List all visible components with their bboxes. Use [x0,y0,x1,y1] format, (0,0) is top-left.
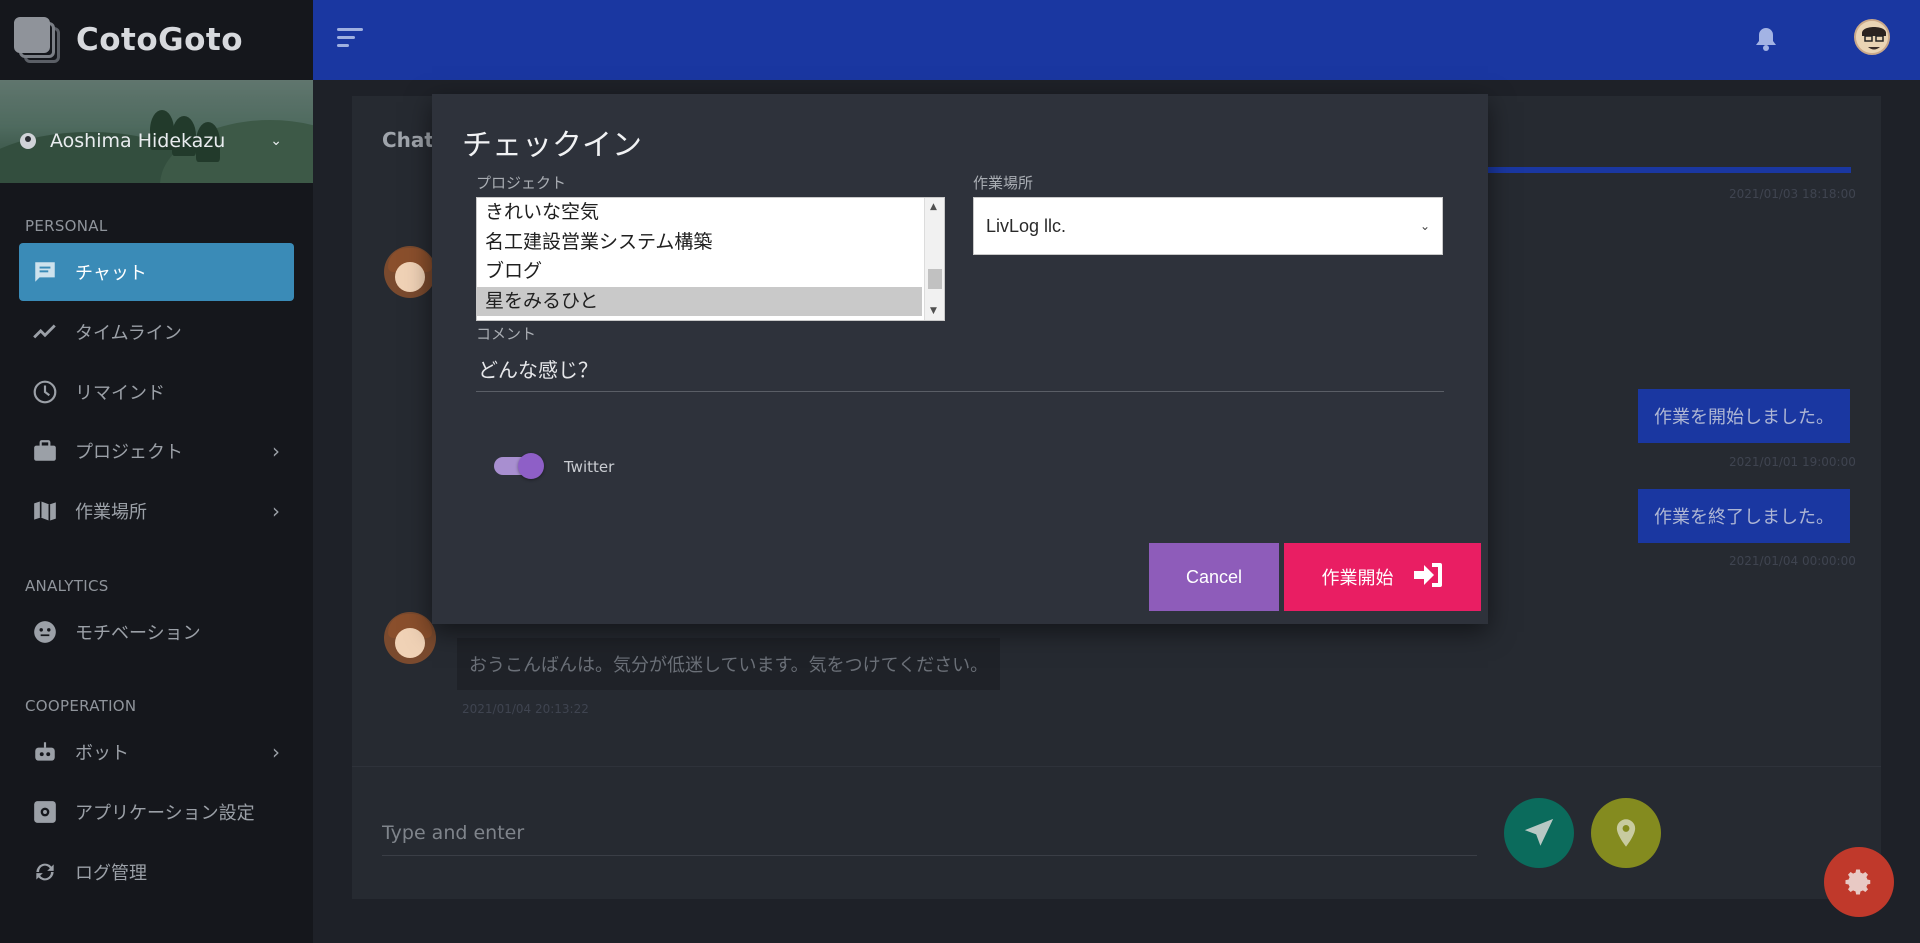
face-icon [31,618,59,646]
user-name: Aoshima Hidekazu [50,130,226,152]
settings-icon [31,798,59,826]
sidebar-item-app-settings[interactable]: アプリケーション設定 [19,783,294,841]
section-cooperation: COOPERATION [25,697,137,715]
sidebar-item-label: タイムライン [75,323,182,344]
sidebar-item-chat[interactable]: チャット [19,243,294,301]
message-bubble: おうこんばんは。気分が低迷しています。気をつけてください。 [457,638,1001,690]
message-bubble: 作業を終了しました。 [1638,489,1850,543]
bot-avatar [384,246,436,298]
sidebar: CotoGoto Aoshima Hidekazu ⌄ PERSONAL チャッ… [0,0,313,943]
chat-title: Chat [382,128,434,152]
start-label: 作業開始 [1321,568,1394,588]
send-button[interactable] [1504,798,1574,868]
notification-bell-icon[interactable] [1755,26,1777,52]
sidebar-item-label: アプリケーション設定 [75,803,255,824]
sidebar-item-workplace[interactable]: 作業場所 › [19,482,294,540]
divider [352,766,1881,767]
project-option[interactable]: きれいな空気 [477,198,922,228]
sidebar-item-label: チャット [75,263,147,284]
sidebar-item-label: ボット [75,743,129,764]
briefcase-icon [31,437,59,465]
twitter-toggle[interactable] [494,453,544,479]
robot-icon [31,738,59,766]
comment-input[interactable]: どんな感じ？ [476,346,1444,392]
chat-progress-bar [1486,167,1851,173]
sidebar-item-label: リマインド [75,383,165,404]
message-bubble: 作業を開始しました。 [1638,389,1850,443]
cancel-button[interactable]: Cancel [1149,543,1279,611]
bot-avatar [384,612,436,664]
timeline-icon [31,318,59,346]
sidebar-item-bot[interactable]: ボット › [19,723,294,781]
menu-toggle-icon[interactable] [337,28,363,52]
checkin-modal: チェックイン プロジェクト きれいな空気 名工建設営業システム構築 ブログ 星を… [432,94,1488,624]
chevron-right-icon: › [272,439,280,463]
message-timestamp: 2021/01/04 20:13:22 [462,702,589,716]
message-timestamp: 2021/01/04 00:00:00 [1729,554,1856,568]
comment-label: コメント [476,325,537,343]
location-select[interactable]: LivLog llc. ⌄ [973,197,1443,255]
section-personal: PERSONAL [25,217,108,235]
chevron-right-icon: › [272,740,280,764]
sidebar-item-project[interactable]: プロジェクト › [19,422,294,480]
app-logo-icon [14,17,60,63]
chevron-down-icon: ⌄ [1419,219,1430,233]
app-name: CotoGoto [76,22,244,58]
sidebar-item-label: 作業場所 [75,502,147,523]
message-timestamp: 2021/01/03 18:18:00 [1729,187,1856,201]
project-option-selected[interactable]: 星をみるひと [477,286,922,316]
toggle-knob [518,453,544,479]
clock-icon [31,378,59,406]
project-option[interactable]: ブログ [477,257,922,287]
start-work-button[interactable]: 作業開始 [1284,543,1481,611]
section-analytics: ANALYTICS [25,577,109,595]
user-icon [20,133,36,149]
project-label: プロジェクト [476,174,567,192]
map-icon [31,497,59,525]
sidebar-item-log[interactable]: ログ管理 [19,843,294,901]
location-pin-icon [1616,819,1636,847]
cancel-label: Cancel [1185,566,1243,587]
chat-input[interactable] [382,810,1477,856]
sidebar-item-label: ログ管理 [75,863,147,884]
listbox-scrollbar[interactable]: ▲ ▼ [924,198,944,320]
sidebar-item-remind[interactable]: リマインド [19,363,294,421]
brand[interactable]: CotoGoto [0,0,313,80]
top-bar [313,0,1920,80]
sidebar-item-label: プロジェクト [75,442,183,463]
chat-icon [31,258,59,286]
sign-in-icon [1412,561,1444,594]
scroll-thumb[interactable] [928,269,942,289]
project-option[interactable]: 名工建設営業システム構築 [477,228,922,258]
sidebar-item-label: モチベーション [75,623,201,644]
sync-icon [31,858,59,886]
user-banner: Aoshima Hidekazu ⌄ [0,80,313,183]
location-value: LivLog llc. [986,215,1067,236]
scroll-up-icon[interactable]: ▲ [930,202,937,212]
twitter-label: Twitter [564,458,615,476]
send-icon [1524,818,1554,846]
chevron-down-icon: ⌄ [270,133,282,149]
project-listbox[interactable]: きれいな空気 名工建設営業システム構築 ブログ 星をみるひと ▲ ▼ [476,197,945,321]
sidebar-item-timeline[interactable]: タイムライン [19,303,294,361]
location-label: 作業場所 [973,174,1034,192]
message-timestamp: 2021/01/01 19:00:00 [1729,455,1856,469]
gear-icon [1845,869,1871,895]
modal-title: チェックイン [462,128,642,163]
settings-fab[interactable] [1824,847,1894,917]
user-avatar[interactable] [1854,19,1890,55]
chevron-right-icon: › [272,499,280,523]
location-button[interactable] [1591,798,1661,868]
scroll-down-icon[interactable]: ▼ [930,306,937,316]
sidebar-item-motivation[interactable]: モチベーション [19,603,294,661]
user-menu[interactable]: Aoshima Hidekazu ⌄ [20,130,282,152]
